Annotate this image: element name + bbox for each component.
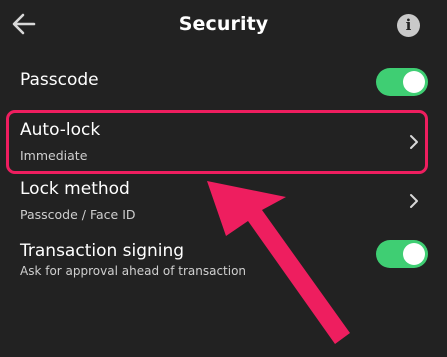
chevron-right-icon (410, 135, 418, 149)
passcode-label: Passcode (20, 70, 99, 90)
header: Security i (0, 0, 447, 52)
passcode-toggle[interactable] (376, 68, 428, 96)
toggle-knob (403, 71, 425, 93)
info-button[interactable]: i (397, 14, 420, 37)
page-title: Security (178, 13, 269, 35)
lock-method-row[interactable]: Lock method Passcode / Face ID (0, 172, 447, 228)
passcode-row: Passcode (0, 62, 447, 102)
info-icon: i (405, 16, 412, 34)
lock-method-value: Passcode / Face ID (20, 207, 136, 222)
auto-lock-value: Immediate (20, 148, 88, 163)
toggle-knob (403, 243, 425, 265)
chevron-right-icon (410, 194, 418, 208)
transaction-signing-label: Transaction signing (20, 241, 185, 261)
auto-lock-row[interactable]: Auto-lock Immediate (0, 112, 447, 172)
lock-method-label: Lock method (20, 179, 130, 199)
transaction-signing-description: Ask for approval ahead of transaction (20, 264, 247, 278)
auto-lock-label: Auto-lock (20, 120, 101, 140)
transaction-signing-toggle[interactable] (376, 240, 428, 268)
transaction-signing-row: Transaction signing Ask for approval ahe… (0, 234, 447, 284)
